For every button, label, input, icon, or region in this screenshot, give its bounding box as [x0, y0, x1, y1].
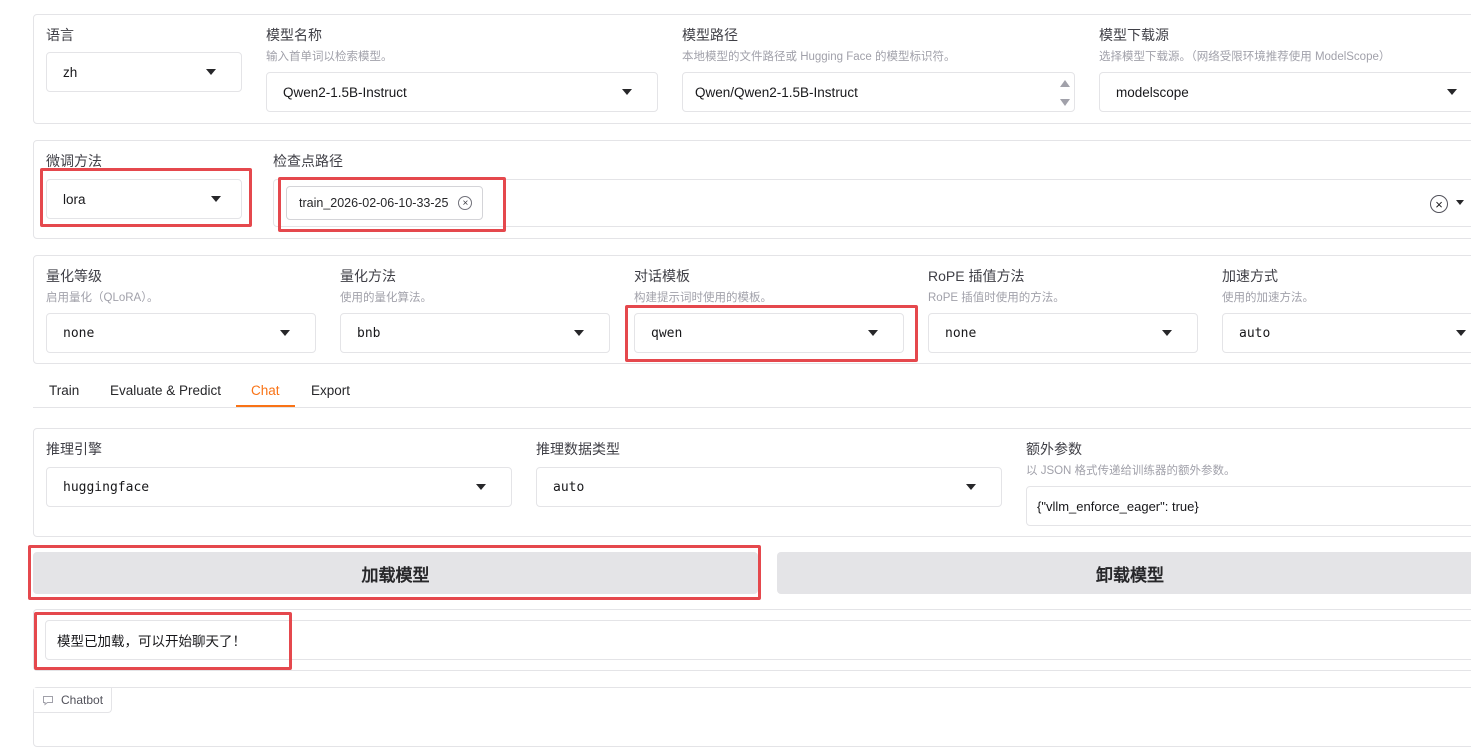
chevron-down-icon — [1162, 330, 1172, 336]
chevron-down-icon — [574, 330, 584, 336]
finetune-method-dropdown[interactable]: lora — [46, 179, 242, 219]
model-name-value: Qwen2-1.5B-Instruct — [283, 84, 407, 100]
rope-hint: RoPE 插值时使用的方法。 — [928, 292, 1065, 304]
template-label: 对话模板 — [634, 268, 690, 284]
clear-selection-icon[interactable]: × — [1430, 195, 1448, 213]
quant-method-label: 量化方法 — [340, 268, 396, 284]
model-path-label: 模型路径 — [682, 27, 738, 43]
infer-backend-label: 推理引擎 — [46, 441, 102, 457]
chat-bubble-icon — [43, 695, 53, 706]
tab-export[interactable]: Export — [311, 383, 350, 398]
template-dropdown[interactable]: qwen — [634, 313, 904, 353]
quant-bit-label: 量化等级 — [46, 268, 102, 284]
chatbot-panel — [33, 687, 1471, 747]
finetune-method-value: lora — [63, 191, 86, 207]
model-name-dropdown[interactable]: Qwen2-1.5B-Instruct — [266, 72, 658, 112]
model-path-value: Qwen/Qwen2-1.5B-Instruct — [695, 84, 858, 100]
chevron-down-icon — [476, 484, 486, 490]
language-label: 语言 — [46, 27, 74, 43]
template-value: qwen — [651, 325, 683, 341]
hub-label: 模型下载源 — [1099, 27, 1169, 43]
tab-evaluate-predict[interactable]: Evaluate & Predict — [110, 383, 221, 398]
chevron-down-icon — [1447, 89, 1457, 95]
infer-backend-value: huggingface — [63, 479, 150, 495]
tab-divider — [33, 407, 1471, 408]
extra-args-input[interactable]: {"vllm_enforce_eager": true} — [1026, 486, 1471, 526]
infer-backend-dropdown[interactable]: huggingface — [46, 467, 512, 507]
booster-value: auto — [1239, 325, 1271, 341]
quant-method-value: bnb — [357, 325, 381, 341]
model-name-label: 模型名称 — [266, 27, 322, 43]
model-path-hint: 本地模型的文件路径或 Hugging Face 的模型标识符。 — [682, 51, 956, 63]
chevron-down-icon — [966, 484, 976, 490]
template-hint: 构建提示词时使用的模板。 — [634, 292, 772, 304]
infer-dtype-value: auto — [553, 479, 585, 495]
chip-remove-icon[interactable]: × — [458, 196, 473, 210]
checkpoint-chip-label: train_2026-02-06-10-33-25 — [299, 196, 449, 210]
extra-args-value: {"vllm_enforce_eager": true} — [1037, 498, 1199, 514]
language-dropdown[interactable]: zh — [46, 52, 242, 92]
chevron-down-icon[interactable] — [1456, 200, 1464, 205]
checkpoint-chip[interactable]: train_2026-02-06-10-33-25 × — [286, 186, 484, 220]
hub-value: modelscope — [1116, 84, 1189, 100]
hub-hint: 选择模型下载源。（网络受限环境推荐使用 ModelScope） — [1099, 51, 1391, 63]
unload-model-button[interactable]: 卸载模型 — [777, 552, 1471, 594]
chevron-down-icon — [206, 69, 216, 75]
booster-label: 加速方式 — [1222, 268, 1278, 284]
language-value: zh — [63, 64, 78, 80]
hub-dropdown[interactable]: modelscope — [1099, 72, 1471, 112]
tab-chat[interactable]: Chat — [251, 383, 280, 398]
quant-bit-hint: 启用量化（QLoRA）。 — [46, 292, 159, 304]
checkpoint-multiselect[interactable]: train_2026-02-06-10-33-25 × × — [273, 179, 1471, 227]
chatbot-label-badge: Chatbot — [34, 688, 113, 713]
quant-method-hint: 使用的量化算法。 — [340, 292, 432, 304]
booster-dropdown[interactable]: auto — [1222, 313, 1471, 353]
quant-method-dropdown[interactable]: bnb — [340, 313, 610, 353]
chevron-down-icon — [622, 89, 632, 95]
model-name-hint: 输入首单词以检索模型。 — [266, 51, 393, 63]
status-output: 模型已加载，可以开始聊天了！ — [45, 620, 1471, 660]
infer-dtype-dropdown[interactable]: auto — [536, 467, 1002, 507]
chatbot-label: Chatbot — [61, 693, 104, 707]
quant-bit-value: none — [63, 325, 95, 341]
scroll-arrows-icon[interactable] — [1060, 77, 1070, 109]
chevron-down-icon — [280, 330, 290, 336]
finetune-method-label: 微调方法 — [46, 153, 102, 169]
tab-train[interactable]: Train — [49, 383, 79, 398]
checkpoint-label: 检查点路径 — [273, 153, 343, 169]
chevron-down-icon — [1456, 330, 1466, 336]
model-path-input[interactable]: Qwen/Qwen2-1.5B-Instruct — [682, 72, 1075, 112]
load-model-button[interactable]: 加载模型 — [33, 552, 758, 594]
booster-hint: 使用的加速方法。 — [1222, 292, 1314, 304]
extra-args-hint: 以 JSON 格式传递给训练器的额外参数。 — [1026, 465, 1236, 477]
active-tab-indicator — [236, 405, 295, 407]
status-text: 模型已加载，可以开始聊天了！ — [57, 634, 246, 649]
rope-label: RoPE 插值方法 — [928, 268, 1025, 284]
chevron-down-icon — [868, 330, 878, 336]
infer-dtype-label: 推理数据类型 — [536, 441, 620, 457]
rope-value: none — [945, 325, 977, 341]
extra-args-label: 额外参数 — [1026, 441, 1082, 457]
rope-dropdown[interactable]: none — [928, 313, 1198, 353]
quant-bit-dropdown[interactable]: none — [46, 313, 316, 353]
chevron-down-icon — [211, 196, 221, 202]
